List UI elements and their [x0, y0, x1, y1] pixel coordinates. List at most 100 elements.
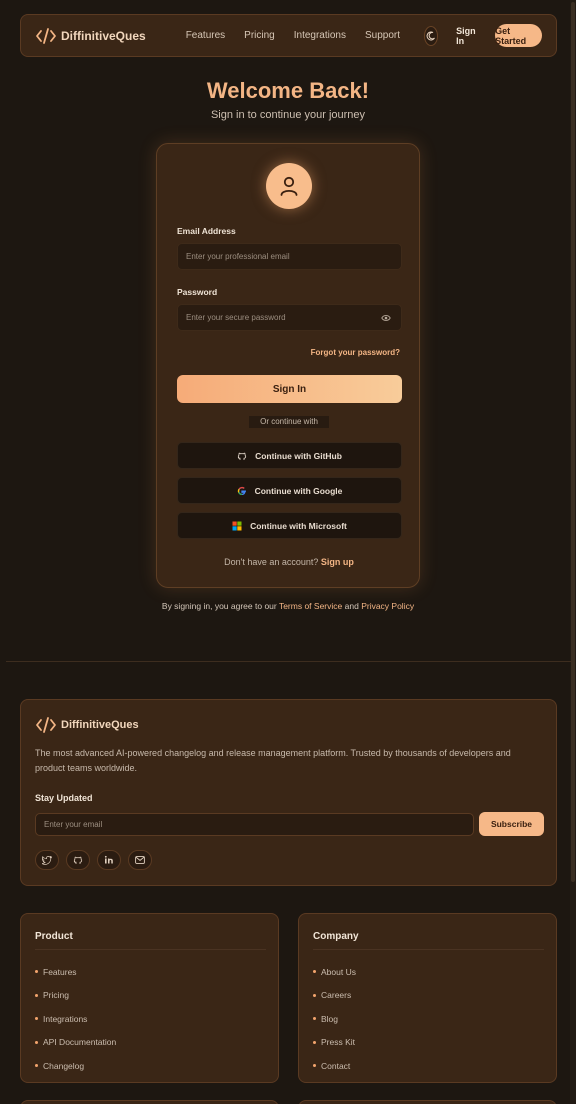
- terms-of-service-link[interactable]: Terms of Service: [279, 601, 342, 611]
- company-links-card: Company About Us Careers Blog Press Kit …: [298, 913, 557, 1083]
- top-nav: DiffinitiveQues Features Pricing Integra…: [20, 14, 557, 57]
- google-sign-in-button[interactable]: Continue with Google: [177, 477, 402, 504]
- github-link[interactable]: [66, 850, 90, 870]
- no-account-text: Don't have an account?: [224, 557, 319, 567]
- footer-link-api-documentation[interactable]: API Documentation: [35, 1031, 116, 1055]
- terms-and: and: [344, 601, 359, 611]
- product-divider: [35, 949, 266, 950]
- newsletter-email-input[interactable]: Enter your email: [35, 813, 474, 836]
- link-label: Changelog: [43, 1060, 85, 1071]
- microsoft-label: Continue with Microsoft: [250, 520, 347, 531]
- bullet-icon: [313, 1017, 316, 1021]
- mail-link[interactable]: [128, 850, 152, 870]
- nav-link-features[interactable]: Features: [186, 30, 225, 41]
- sign-up-prompt: Don't have an account? Sign up: [157, 557, 421, 567]
- google-label: Continue with Google: [254, 485, 343, 496]
- company-divider: [313, 949, 544, 950]
- github-icon: [73, 856, 83, 864]
- footer-link-about-us[interactable]: About Us: [313, 960, 356, 984]
- scrollbar-thumb[interactable]: [571, 2, 575, 882]
- theme-toggle-button[interactable]: [424, 25, 439, 46]
- footer-divider: [6, 661, 572, 662]
- twitter-icon: [42, 855, 52, 865]
- nav-link-support[interactable]: Support: [365, 30, 400, 41]
- forgot-password-link[interactable]: Forgot your password?: [311, 348, 400, 357]
- scrollbar-track[interactable]: [570, 0, 576, 1104]
- nav-sign-in-link[interactable]: Sign In: [456, 26, 476, 46]
- eye-icon[interactable]: [381, 314, 391, 322]
- user-icon: [280, 176, 298, 196]
- mail-icon: [135, 856, 145, 864]
- link-label: API Documentation: [43, 1037, 117, 1048]
- linkedin-link[interactable]: [97, 850, 121, 870]
- footer-link-changelog[interactable]: Changelog: [35, 1054, 116, 1078]
- link-label: Careers: [321, 990, 352, 1001]
- link-label: Blog: [321, 1013, 339, 1024]
- divider-text: Or continue with: [249, 416, 329, 428]
- link-label: Press Kit: [321, 1037, 356, 1048]
- bullet-icon: [35, 970, 38, 974]
- sign-in-button[interactable]: Sign In: [177, 375, 402, 403]
- bullet-icon: [313, 970, 316, 974]
- bullet-icon: [313, 1064, 316, 1068]
- password-field[interactable]: Enter your secure password: [177, 304, 402, 331]
- bullet-icon: [35, 1040, 38, 1044]
- link-label: Features: [43, 966, 77, 977]
- google-icon: [237, 486, 246, 495]
- link-label: Integrations: [43, 1013, 88, 1024]
- page-subtitle: Sign in to continue your journey: [210, 109, 366, 121]
- newsletter-placeholder: Enter your email: [44, 820, 103, 829]
- sign-up-link[interactable]: Sign up: [321, 557, 354, 567]
- product-links-card: Product Features Pricing Integrations AP…: [20, 913, 279, 1083]
- get-started-button[interactable]: Get Started: [495, 24, 542, 47]
- footer-link-pricing[interactable]: Pricing: [35, 984, 116, 1008]
- password-label: Password: [177, 287, 218, 297]
- footer-link-contact[interactable]: Contact: [313, 1054, 356, 1078]
- bullet-icon: [35, 993, 38, 997]
- nav-links: Features Pricing Integrations Support: [186, 30, 400, 41]
- nav-link-pricing[interactable]: Pricing: [244, 30, 275, 41]
- company-heading: Company: [313, 931, 359, 942]
- footer-description: The most advanced AI-powered changelog a…: [35, 748, 511, 773]
- email-field[interactable]: Enter your professional email: [177, 243, 402, 270]
- github-label: Continue with GitHub: [255, 450, 342, 461]
- bullet-icon: [35, 1017, 38, 1021]
- footer-link-careers[interactable]: Careers: [313, 984, 356, 1008]
- email-label: Email Address: [177, 226, 236, 236]
- stay-updated-heading: Stay Updated: [35, 793, 93, 803]
- github-sign-in-button[interactable]: Continue with GitHub: [177, 442, 402, 469]
- link-label: Pricing: [43, 990, 69, 1001]
- avatar: [266, 163, 312, 209]
- footer-link-integrations[interactable]: Integrations: [35, 1007, 116, 1031]
- link-label: Contact: [321, 1060, 351, 1071]
- code-logo-icon: [36, 717, 56, 733]
- bullet-icon: [35, 1064, 38, 1068]
- product-links: Features Pricing Integrations API Docume…: [35, 960, 116, 1078]
- moon-icon: [426, 31, 435, 40]
- linkedin-icon: [104, 855, 113, 864]
- microsoft-sign-in-button[interactable]: Continue with Microsoft: [177, 512, 402, 539]
- company-links: About Us Careers Blog Press Kit Contact: [313, 960, 356, 1078]
- bullet-icon: [313, 993, 316, 997]
- link-label: About Us: [321, 966, 356, 977]
- microsoft-icon: [232, 521, 242, 530]
- terms-notice: By signing in, you agree to our Terms of…: [0, 601, 576, 611]
- footer-brand-card: DiffinitiveQues The most advanced AI-pow…: [20, 699, 557, 886]
- footer-link-blog[interactable]: Blog: [313, 1007, 356, 1031]
- brand-logo[interactable]: DiffinitiveQues: [35, 26, 146, 46]
- page-title: Welcome Back!: [206, 78, 370, 103]
- subscribe-button[interactable]: Subscribe: [479, 812, 544, 836]
- twitter-link[interactable]: [35, 850, 59, 870]
- bullet-icon: [313, 1040, 316, 1044]
- footer-logo[interactable]: DiffinitiveQues: [35, 715, 139, 735]
- password-placeholder: Enter your secure password: [186, 313, 286, 322]
- footer-link-features[interactable]: Features: [35, 960, 116, 984]
- code-logo-icon: [36, 27, 56, 44]
- privacy-policy-link[interactable]: Privacy Policy: [361, 601, 414, 611]
- footer-card-peek-right: [298, 1100, 557, 1104]
- nav-link-integrations[interactable]: Integrations: [294, 30, 346, 41]
- footer-brand-name: DiffinitiveQues: [61, 719, 139, 731]
- terms-prefix: By signing in, you agree to our: [161, 601, 277, 611]
- footer-link-press-kit[interactable]: Press Kit: [313, 1031, 356, 1055]
- product-heading: Product: [35, 931, 73, 942]
